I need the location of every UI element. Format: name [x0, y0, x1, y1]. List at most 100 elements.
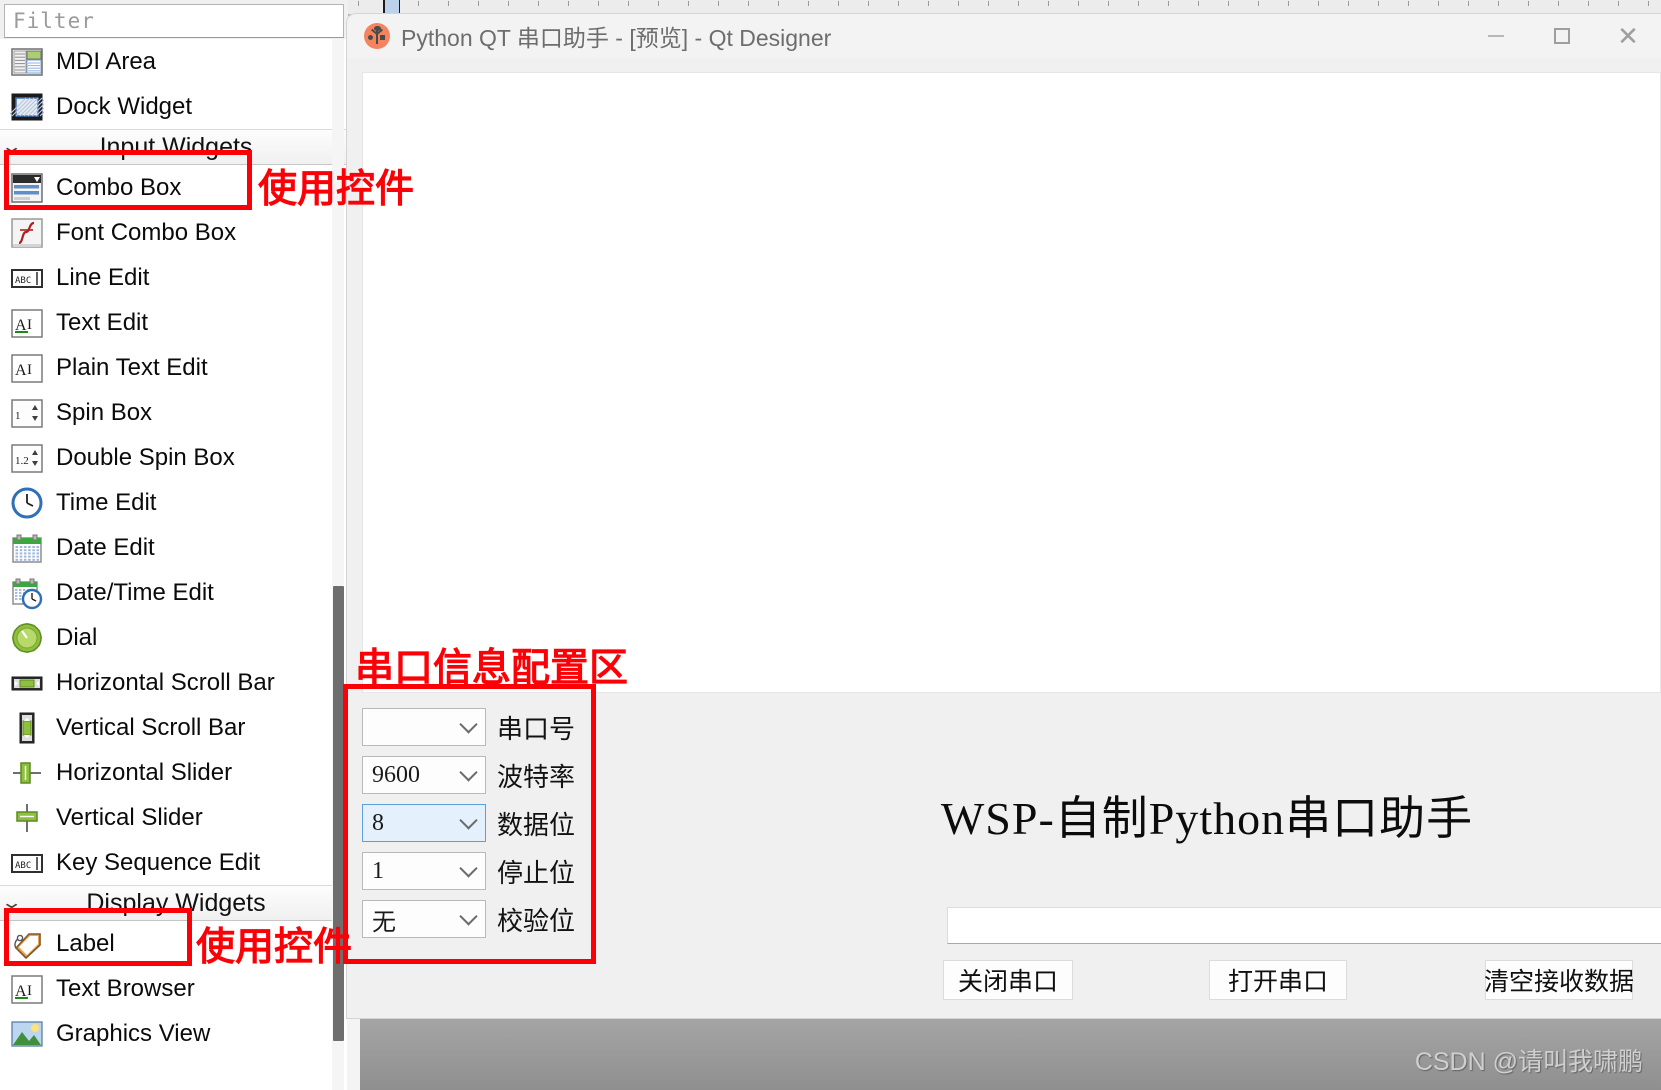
ruler-tick [538, 1, 539, 6]
ruler-tick [418, 1, 419, 6]
open-port-button[interactable]: 打开串口 [1209, 960, 1347, 1000]
widget-item-label: Font Combo Box [56, 218, 237, 246]
preview-titlebar[interactable]: Python QT 串口助手 - [预览] - Qt Designer ✕ [347, 14, 1661, 58]
widget-item-text-edit[interactable]: A I Text Edit [0, 300, 348, 345]
ruler-tick [358, 1, 359, 6]
widget-item-font-combo-box[interactable]: Font Combo Box [0, 210, 348, 255]
close-icon: ✕ [1617, 21, 1639, 51]
horizontal-slider-icon [10, 756, 44, 790]
combo-box-icon [10, 171, 44, 205]
combo-databits[interactable]: 8 [362, 804, 486, 842]
widget-item-spin-box[interactable]: 1 Spin Box [0, 390, 348, 435]
ruler-tick [1168, 1, 1169, 6]
ruler-tick [508, 1, 509, 6]
ruler-tick [568, 1, 569, 6]
widget-item-horizontal-slider[interactable]: Horizontal Slider [0, 750, 348, 795]
config-label: 停止位 [497, 858, 576, 888]
chevron-down-icon: ⌄ [0, 137, 23, 156]
filter-row: Filter [0, 0, 348, 40]
ruler-tick [1228, 1, 1229, 6]
watermark: CSDN @请叫我啸鹏 [1414, 1048, 1643, 1076]
ruler-tick [1498, 1, 1499, 6]
widget-item-label: MDI Area [56, 47, 157, 75]
widget-item-date-edit[interactable]: Date Edit [0, 525, 348, 570]
widget-item-graphics-view[interactable]: Graphics View [0, 1011, 348, 1056]
widget-item-time-edit[interactable]: Time Edit [0, 480, 348, 525]
time-edit-icon [10, 486, 44, 520]
combo-stopbits[interactable]: 1 [362, 852, 486, 890]
combo-value: 无 [372, 909, 396, 936]
vertical-scroll-bar-icon [10, 711, 44, 745]
widget-item-date-time-edit[interactable]: Date/Time Edit [0, 570, 348, 615]
combo-parity[interactable]: 无 [362, 900, 486, 938]
widget-item-plain-text-edit[interactable]: A I Plain Text Edit [0, 345, 348, 390]
config-label: 校验位 [497, 906, 576, 936]
widget-item-label: Dock Widget [56, 92, 193, 120]
svg-text:ABC: ABC [15, 276, 31, 286]
key-sequence-edit-icon: ABC [10, 846, 44, 880]
widget-item-text-browser[interactable]: A I Text Browser [0, 966, 348, 1011]
ruler-tick [658, 1, 659, 6]
widget-item-key-sequence-edit[interactable]: ABC Key Sequence Edit [0, 840, 348, 885]
send-data-input[interactable] [947, 907, 1661, 944]
line-edit-icon: ABC [10, 261, 44, 295]
dial-icon [10, 621, 44, 655]
widget-item-label: Graphics View [56, 1019, 211, 1047]
svg-text:I: I [27, 983, 32, 999]
clear-receive-data-button[interactable]: 清空接收数据 [1484, 960, 1634, 1000]
widget-item-label: Line Edit [56, 263, 150, 291]
widget-item-label: Time Edit [56, 488, 157, 516]
filter-input[interactable]: Filter [4, 4, 344, 38]
widget-item-line-edit[interactable]: ABC Line Edit [0, 255, 348, 300]
minimize-icon [1488, 35, 1504, 37]
widget-item-label: Dial [56, 623, 98, 651]
ruler-tick [1288, 1, 1289, 6]
preview-client-area: 串口号 9600 波特率 8 数据位 1 停止位无校验位 WSP-自制Python串口助手 … [347, 58, 1661, 1018]
annotation-text-combo-box: 使用控件 [258, 167, 415, 212]
svg-text:A: A [15, 362, 27, 379]
widget-item-label: Combo Box [56, 173, 182, 201]
config-label: 数据位 [497, 810, 576, 840]
widget-item-double-spin-box[interactable]: 1.2 Double Spin Box [0, 435, 348, 480]
ruler-tick [1438, 1, 1439, 6]
maximize-button[interactable] [1529, 14, 1595, 58]
widget-group-label: Display Widgets [86, 888, 266, 917]
preview-window-title: Python QT 串口助手 - [预览] - Qt Designer [401, 25, 832, 51]
widget-item-dock-widget[interactable]: Dock Widget [0, 84, 348, 129]
maximize-icon [1554, 28, 1570, 44]
widget-item-mdi-area[interactable]: MDI Area [0, 39, 348, 84]
ruler-tick [928, 1, 929, 6]
minimize-button[interactable] [1463, 14, 1529, 58]
ruler-tick [478, 1, 479, 6]
close-button[interactable]: ✕ [1595, 14, 1661, 58]
chevron-down-icon [459, 811, 478, 830]
svg-text:1: 1 [15, 410, 21, 422]
ruler-tick [1408, 1, 1409, 6]
widget-item-label: Vertical Scroll Bar [56, 713, 246, 741]
ruler-tick [1558, 1, 1559, 6]
receive-data-textbox[interactable] [362, 72, 1661, 693]
ruler-tick [1528, 1, 1529, 6]
combo-port[interactable] [362, 708, 486, 746]
label-icon [10, 927, 44, 961]
ruler-tick [778, 1, 779, 6]
svg-text:ABC: ABC [15, 861, 31, 871]
widget-list-scrollbar-thumb[interactable] [333, 586, 344, 1041]
spin-box-icon: 1 [10, 396, 44, 430]
widget-item-dial[interactable]: Dial [0, 615, 348, 660]
config-label: 串口号 [497, 714, 576, 744]
widget-item-horizontal-scroll-bar[interactable]: Horizontal Scroll Bar [0, 660, 348, 705]
combo-baud[interactable]: 9600 [362, 756, 486, 794]
svg-text:I: I [27, 317, 32, 333]
widget-item-label: Date Edit [56, 533, 155, 561]
widget-item-vertical-scroll-bar[interactable]: Vertical Scroll Bar [0, 705, 348, 750]
serial-config-area: 串口号 9600 波特率 8 数据位 1 停止位无 校验位 [362, 708, 607, 998]
date-time-edit-icon [10, 576, 44, 610]
widget-item-vertical-slider[interactable]: Vertical Slider [0, 795, 348, 840]
screenshot-root: Filter MDI Area Dock Widget ⌄ Input Widgets… [0, 0, 1661, 1090]
ruler-tick [1378, 1, 1379, 6]
chevron-down-icon [459, 715, 478, 734]
ruler-tick [1318, 1, 1319, 6]
ruler-tick [688, 1, 689, 6]
close-port-button[interactable]: 关闭串口 [943, 960, 1073, 1000]
